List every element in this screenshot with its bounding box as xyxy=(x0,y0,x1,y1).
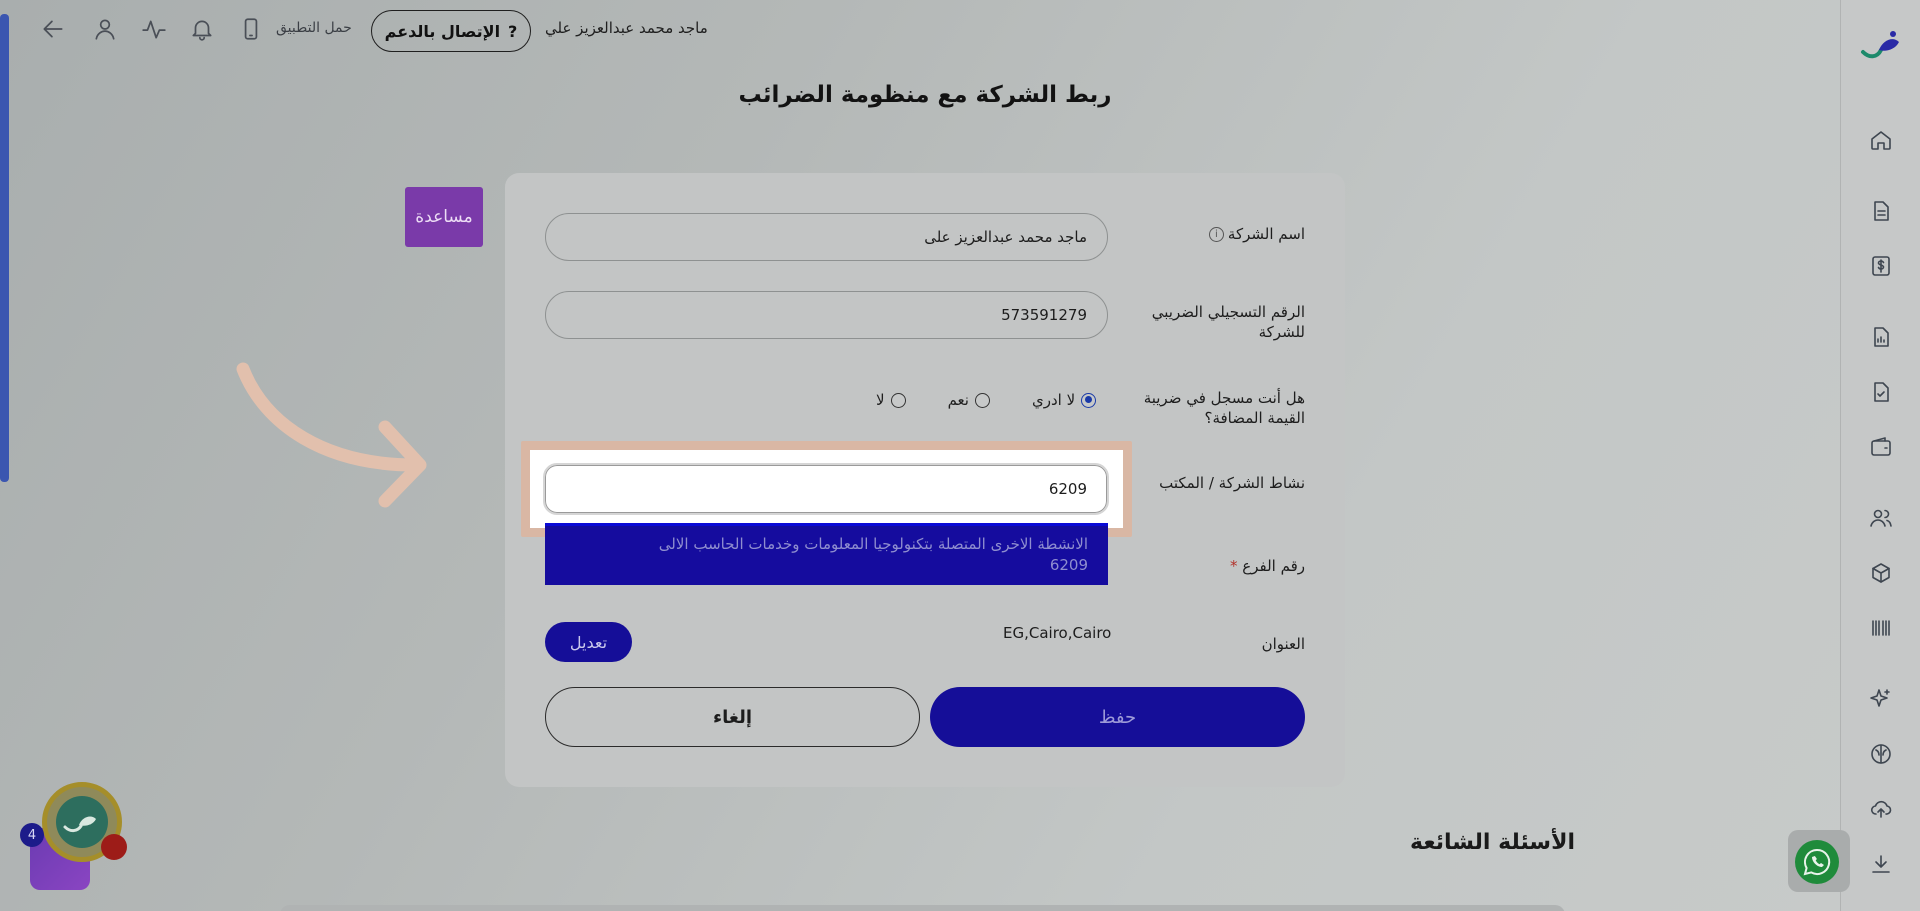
support-label: الإتصال بالدعم xyxy=(384,21,501,41)
branch-number-label: رقم الفرع * xyxy=(1230,557,1305,575)
activity-label: نشاط الشركة / المكتب xyxy=(1159,474,1305,492)
edit-address-button[interactable]: تعديل xyxy=(545,622,632,662)
scrollbar[interactable] xyxy=(0,14,9,482)
faq-item[interactable] xyxy=(280,905,1565,911)
faq-title: الأسئلة الشائعة xyxy=(1410,830,1575,855)
support-button[interactable]: الإتصال بالدعم ? xyxy=(371,10,531,52)
top-bar: حمل التطبيق الإتصال بالدعم ? ماجد محمد ع… xyxy=(0,0,1840,60)
sidebar xyxy=(1840,0,1920,911)
radio-dot-selected[interactable] xyxy=(1081,392,1097,408)
question-icon: ? xyxy=(508,21,518,41)
sparkle-icon[interactable] xyxy=(1869,687,1893,711)
activity-option-text: الانشطة الاخرى المتصلة بتكنولوجيا المعلو… xyxy=(658,535,1088,553)
download-icon[interactable] xyxy=(1869,852,1893,876)
logo[interactable] xyxy=(1859,26,1905,66)
brain-icon[interactable] xyxy=(1869,742,1893,766)
whatsapp-icon[interactable] xyxy=(1795,840,1839,884)
radio-dont-know[interactable]: لا ادري xyxy=(1032,391,1097,409)
vat-radio-group: لا ادري نعم لا xyxy=(876,391,1097,409)
phone-icon[interactable] xyxy=(238,16,264,42)
wallet-icon[interactable] xyxy=(1869,435,1893,459)
address-value: EG,Cairo,Cairo xyxy=(1003,624,1112,642)
activity-icon[interactable] xyxy=(141,16,167,42)
activity-option-code: 6209 xyxy=(1049,556,1088,574)
users-icon[interactable] xyxy=(1869,506,1893,530)
company-name-label: اسم الشركةi xyxy=(1170,224,1305,244)
help-button[interactable]: مساعدة xyxy=(405,187,483,247)
activity-input[interactable]: 6209 xyxy=(543,463,1109,515)
page-title: ربط الشركة مع منظومة الضرائب xyxy=(738,82,1112,108)
company-name-field[interactable]: ماجد محمد عبدالعزيز على xyxy=(545,213,1108,261)
radio-dot[interactable] xyxy=(974,392,990,408)
barcode-icon[interactable] xyxy=(1869,616,1893,640)
status-dot xyxy=(101,834,127,860)
vat-question-label: هل أنت مسجل في ضريبة القيمة المضافة؟ xyxy=(1143,389,1305,427)
notification-badge: 4 xyxy=(20,823,44,847)
info-icon[interactable]: i xyxy=(1208,227,1224,242)
back-arrow-icon[interactable] xyxy=(40,16,66,42)
document-icon[interactable] xyxy=(1869,199,1893,223)
checklist-icon[interactable] xyxy=(1869,380,1893,404)
upload-icon[interactable] xyxy=(1869,797,1893,821)
radio-no[interactable]: لا xyxy=(876,391,906,409)
required-mark: * xyxy=(1230,557,1238,575)
home-icon[interactable] xyxy=(1869,128,1893,152)
report-icon[interactable] xyxy=(1869,325,1893,349)
box-icon[interactable] xyxy=(1869,561,1893,585)
save-button[interactable]: حفظ xyxy=(930,687,1305,747)
tutorial-arrow xyxy=(236,362,427,508)
user-name: ماجد محمد عبدالعزيز علي xyxy=(545,19,708,37)
download-app-link[interactable]: حمل التطبيق xyxy=(276,20,352,36)
activity-dropdown-option[interactable]: الانشطة الاخرى المتصلة بتكنولوجيا المعلو… xyxy=(545,523,1108,585)
tax-number-field[interactable]: 573591279 xyxy=(545,291,1108,339)
bell-icon[interactable] xyxy=(189,16,215,42)
user-icon[interactable] xyxy=(92,16,118,42)
radio-dot[interactable] xyxy=(890,392,906,408)
tax-number-label: الرقم التسجيلي الضريبي للشركة xyxy=(1151,303,1305,341)
radio-yes[interactable]: نعم xyxy=(948,391,990,409)
cancel-button[interactable]: إلغاء xyxy=(545,687,920,747)
address-label: العنوان xyxy=(1261,635,1305,653)
invoice-dollar-icon[interactable] xyxy=(1869,254,1893,278)
